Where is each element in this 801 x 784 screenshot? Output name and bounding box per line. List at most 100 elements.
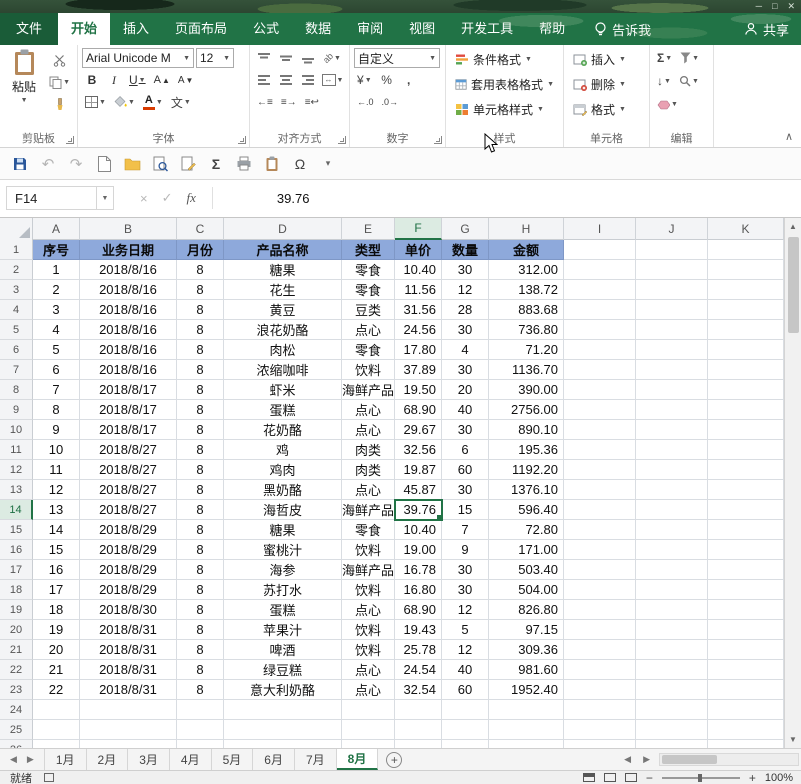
cell-I12[interactable] bbox=[564, 460, 636, 480]
sort-filter-button[interactable]: ▼ bbox=[677, 48, 702, 68]
cell-A12[interactable]: 11 bbox=[33, 460, 80, 480]
cell-I22[interactable] bbox=[564, 660, 636, 680]
underline-button[interactable]: U▼ bbox=[126, 70, 149, 90]
cell-G18[interactable]: 30 bbox=[442, 580, 489, 600]
cell-J7[interactable] bbox=[636, 360, 708, 380]
cell-B11[interactable]: 2018/8/27 bbox=[80, 440, 177, 460]
row-header-19[interactable]: 19 bbox=[0, 600, 33, 620]
cell-A5[interactable]: 4 bbox=[33, 320, 80, 340]
cell-E3[interactable]: 零食 bbox=[342, 280, 395, 300]
align-top-button[interactable] bbox=[254, 48, 274, 68]
cell-D15[interactable]: 糖果 bbox=[224, 520, 342, 540]
cell-E14[interactable]: 海鲜产品 bbox=[342, 500, 395, 520]
cell-A1[interactable]: 序号 bbox=[33, 240, 80, 260]
cell-K6[interactable] bbox=[708, 340, 784, 360]
cell-D19[interactable]: 蛋糕 bbox=[224, 600, 342, 620]
column-header-B[interactable]: B bbox=[80, 218, 177, 240]
merge-center-button[interactable]: ↔▼ bbox=[320, 70, 345, 90]
dialog-launcher-icon[interactable] bbox=[338, 136, 346, 144]
font-name-combo[interactable]: Arial Unicode M ▼ bbox=[82, 48, 194, 68]
cell-F15[interactable]: 10.40 bbox=[395, 520, 442, 540]
cell-D18[interactable]: 苏打水 bbox=[224, 580, 342, 600]
cell-I20[interactable] bbox=[564, 620, 636, 640]
fill-color-button[interactable]: ▼ bbox=[111, 92, 138, 112]
column-header-H[interactable]: H bbox=[489, 218, 564, 240]
save-icon[interactable] bbox=[8, 152, 32, 176]
cell-B14[interactable]: 2018/8/27 bbox=[80, 500, 177, 520]
cell-H4[interactable]: 883.68 bbox=[489, 300, 564, 320]
cell-E24[interactable] bbox=[342, 700, 395, 720]
cell-E1[interactable]: 类型 bbox=[342, 240, 395, 260]
cell-C7[interactable]: 8 bbox=[177, 360, 224, 380]
cell-A25[interactable] bbox=[33, 720, 80, 740]
cell-J1[interactable] bbox=[636, 240, 708, 260]
cell-A26[interactable] bbox=[33, 740, 80, 748]
cell-H21[interactable]: 309.36 bbox=[489, 640, 564, 660]
cell-H18[interactable]: 504.00 bbox=[489, 580, 564, 600]
sheet-nav-right-icon[interactable]: ▶ bbox=[27, 754, 34, 765]
paste-button[interactable]: 粘贴 ▼ bbox=[4, 48, 44, 122]
cell-J5[interactable] bbox=[636, 320, 708, 340]
cell-K26[interactable] bbox=[708, 740, 784, 748]
cell-H8[interactable]: 390.00 bbox=[489, 380, 564, 400]
column-header-D[interactable]: D bbox=[224, 218, 342, 240]
cell-A14[interactable]: 13 bbox=[33, 500, 80, 520]
zoom-slider-thumb[interactable] bbox=[698, 774, 702, 782]
cell-G4[interactable]: 28 bbox=[442, 300, 489, 320]
cell-G21[interactable]: 12 bbox=[442, 640, 489, 660]
cell-H9[interactable]: 2756.00 bbox=[489, 400, 564, 420]
macro-record-icon[interactable] bbox=[44, 773, 54, 782]
sheet-tab-7月[interactable]: 7月 bbox=[295, 749, 337, 770]
row-header-4[interactable]: 4 bbox=[0, 300, 33, 320]
cell-H5[interactable]: 736.80 bbox=[489, 320, 564, 340]
cell-A16[interactable]: 15 bbox=[33, 540, 80, 560]
cell-E19[interactable]: 点心 bbox=[342, 600, 395, 620]
new-sheet-button[interactable]: + bbox=[386, 752, 402, 768]
cell-A2[interactable]: 1 bbox=[33, 260, 80, 280]
cell-K16[interactable] bbox=[708, 540, 784, 560]
cell-B4[interactable]: 2018/8/16 bbox=[80, 300, 177, 320]
minimize-icon[interactable]: ─ bbox=[756, 0, 762, 13]
cell-K19[interactable] bbox=[708, 600, 784, 620]
cell-H16[interactable]: 171.00 bbox=[489, 540, 564, 560]
cell-D23[interactable]: 意大利奶酪 bbox=[224, 680, 342, 700]
cell-I19[interactable] bbox=[564, 600, 636, 620]
cell-D12[interactable]: 鸡肉 bbox=[224, 460, 342, 480]
cell-I9[interactable] bbox=[564, 400, 636, 420]
horizontal-scrollbar-thumb[interactable] bbox=[662, 755, 717, 764]
row-header-13[interactable]: 13 bbox=[0, 480, 33, 500]
cell-C9[interactable]: 8 bbox=[177, 400, 224, 420]
cell-B8[interactable]: 2018/8/17 bbox=[80, 380, 177, 400]
cell-G15[interactable]: 7 bbox=[442, 520, 489, 540]
cell-A10[interactable]: 9 bbox=[33, 420, 80, 440]
cell-A24[interactable] bbox=[33, 700, 80, 720]
cell-J26[interactable] bbox=[636, 740, 708, 748]
qat-more-icon[interactable]: ▾ bbox=[316, 152, 340, 176]
cell-C24[interactable] bbox=[177, 700, 224, 720]
normal-view-icon[interactable] bbox=[583, 773, 595, 782]
italic-button[interactable]: I bbox=[104, 70, 124, 90]
cell-F5[interactable]: 24.56 bbox=[395, 320, 442, 340]
cell-K2[interactable] bbox=[708, 260, 784, 280]
cell-G14[interactable]: 15 bbox=[442, 500, 489, 520]
cell-H15[interactable]: 72.80 bbox=[489, 520, 564, 540]
cell-H11[interactable]: 195.36 bbox=[489, 440, 564, 460]
cell-A3[interactable]: 2 bbox=[33, 280, 80, 300]
copy-button[interactable]: ▼ bbox=[46, 72, 73, 92]
cell-C26[interactable] bbox=[177, 740, 224, 748]
insert-function-icon[interactable]: fx bbox=[187, 190, 196, 206]
cell-J25[interactable] bbox=[636, 720, 708, 740]
cell-E26[interactable] bbox=[342, 740, 395, 748]
cell-F24[interactable] bbox=[395, 700, 442, 720]
cell-A20[interactable]: 19 bbox=[33, 620, 80, 640]
cell-J12[interactable] bbox=[636, 460, 708, 480]
row-header-8[interactable]: 8 bbox=[0, 380, 33, 400]
cell-J10[interactable] bbox=[636, 420, 708, 440]
cell-K22[interactable] bbox=[708, 660, 784, 680]
cell-D21[interactable]: 啤酒 bbox=[224, 640, 342, 660]
ribbon-tab-4[interactable]: 公式 bbox=[240, 13, 292, 45]
symbol-omega-icon[interactable]: Ω bbox=[288, 152, 312, 176]
phonetic-guide-button[interactable]: 文▼ bbox=[168, 92, 194, 112]
cell-G13[interactable]: 30 bbox=[442, 480, 489, 500]
tell-me-box[interactable]: 告诉我 bbox=[594, 13, 651, 45]
